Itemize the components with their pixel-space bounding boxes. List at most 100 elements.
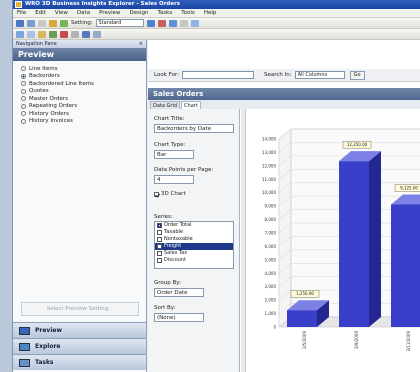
- y-tick-label: 14,000: [262, 137, 276, 142]
- panel-tabs: Data Grid Chart: [148, 100, 420, 109]
- paste-icon[interactable]: [38, 30, 46, 38]
- menu-edit[interactable]: Edit: [35, 10, 46, 16]
- series-label: Freight: [164, 243, 182, 249]
- toolbar-standard: Setting: Standard: [13, 18, 420, 29]
- chart-area: 0 1,000 2,000 3,000 4,000 5,000 6,000 7,000 8,00…: [247, 115, 420, 372]
- series-item[interactable]: Freight: [155, 243, 233, 250]
- sort-by-select[interactable]: (None): [154, 313, 204, 322]
- data-points-input[interactable]: 4: [154, 175, 194, 184]
- back-icon[interactable]: [16, 19, 24, 27]
- series-item[interactable]: Nontaxable: [155, 236, 233, 243]
- 3d-chart-checkbox[interactable]: 3D Chart: [154, 191, 186, 197]
- chart-type-select[interactable]: Bar: [154, 150, 194, 159]
- data-points-label: Data Points per Page:: [154, 167, 214, 173]
- radio-button[interactable]: [21, 96, 26, 102]
- menu-view[interactable]: View: [55, 10, 68, 16]
- preview-header: Preview: [13, 48, 146, 61]
- radio-button[interactable]: [21, 118, 26, 124]
- navigation-pane: Navigation Pane × Preview Line Items Back…: [13, 40, 147, 372]
- checkbox-box: [154, 191, 159, 197]
- x-tick-label: 3/5/2009: [302, 331, 307, 349]
- tab-data-grid[interactable]: Data Grid: [150, 101, 181, 109]
- forward-icon[interactable]: [27, 19, 35, 27]
- series-checkbox[interactable]: [157, 230, 162, 235]
- group-by-select[interactable]: Order Date: [154, 288, 204, 297]
- preview-option[interactable]: Repeating Orders: [21, 103, 146, 111]
- delete-icon[interactable]: [60, 30, 68, 38]
- preview-option-label: Quotes: [29, 88, 49, 95]
- cut-icon[interactable]: [16, 30, 24, 38]
- navigation-pane-header: Navigation Pane ×: [13, 40, 146, 48]
- y-tick-label: 7,000: [265, 231, 277, 236]
- export-icon[interactable]: [190, 19, 199, 27]
- preview-option[interactable]: Quotes: [21, 88, 146, 96]
- y-tick-label: 2,000: [265, 298, 277, 303]
- copy-icon[interactable]: [27, 30, 35, 38]
- preview-option[interactable]: History Orders: [21, 110, 146, 118]
- find-icon[interactable]: [71, 30, 79, 38]
- series-item[interactable]: Order Total: [155, 222, 233, 229]
- tab-chart[interactable]: Chart: [181, 101, 201, 109]
- series-checkbox[interactable]: [157, 223, 162, 228]
- series-item[interactable]: Taxable: [155, 229, 233, 236]
- app-window: WRO 3D Business Insights Explorer - Sale…: [12, 0, 420, 372]
- settings-scrollbar[interactable]: [241, 109, 246, 372]
- menu-help[interactable]: Help: [204, 10, 217, 16]
- panel-title: Sales Orders: [148, 88, 420, 100]
- select-preview-setting-button[interactable]: Select Preview Setting...: [21, 302, 139, 316]
- refresh-icon[interactable]: [60, 19, 68, 27]
- navigation-pane-label: Navigation Pane: [16, 41, 57, 47]
- radio-button[interactable]: [21, 66, 26, 72]
- menu-preview[interactable]: Preview: [99, 10, 120, 16]
- new-icon[interactable]: [38, 19, 46, 27]
- radio-button[interactable]: [21, 73, 26, 79]
- open-icon[interactable]: [49, 19, 57, 27]
- preview-option-label: Backordered Line Items: [29, 80, 94, 87]
- sort-by-label: Sort By:: [154, 305, 176, 311]
- chart-title-input[interactable]: Backorders by Date: [154, 124, 234, 133]
- menu-tasks[interactable]: Tasks: [158, 10, 173, 16]
- tasks-icon: [19, 359, 30, 367]
- search-in-select[interactable]: All Columns: [294, 71, 345, 79]
- series-checkbox[interactable]: [157, 251, 162, 256]
- chart-icon[interactable]: [168, 19, 177, 27]
- grid-icon[interactable]: [146, 19, 155, 27]
- radio-button[interactable]: [21, 88, 26, 94]
- look-for-input[interactable]: [181, 71, 254, 79]
- filter-icon[interactable]: [157, 19, 166, 27]
- tasks-bar-button[interactable]: Tasks: [13, 354, 146, 370]
- radio-button[interactable]: [21, 81, 26, 87]
- go-button[interactable]: Go: [349, 70, 365, 80]
- preview-option[interactable]: Backordered Line Items: [21, 80, 146, 88]
- close-icon[interactable]: ×: [139, 40, 143, 48]
- search-in-label: Search In:: [263, 72, 292, 78]
- preview-option[interactable]: History Invoices: [21, 118, 146, 126]
- series-checkbox[interactable]: [157, 237, 162, 242]
- setting-combo[interactable]: Standard: [95, 19, 144, 27]
- radio-button[interactable]: [21, 111, 26, 117]
- help-icon[interactable]: [93, 30, 101, 38]
- preview-option[interactable]: Backorders: [21, 73, 146, 81]
- sort-icon[interactable]: [179, 19, 188, 27]
- preview-option[interactable]: Line Items: [21, 65, 146, 73]
- explore-bar-button[interactable]: Explore: [13, 338, 146, 354]
- menu-tools[interactable]: Tools: [181, 10, 195, 16]
- chart-type-label: Chart Type:: [154, 142, 186, 148]
- y-tick-label: 11,000: [262, 177, 276, 182]
- explore-icon: [19, 343, 30, 351]
- menu-file[interactable]: File: [17, 10, 26, 16]
- series-item[interactable]: Discount: [155, 257, 233, 264]
- menu-data[interactable]: Data: [77, 10, 90, 16]
- menu-bar: File Edit View Data Preview Design Tasks…: [13, 9, 420, 18]
- bar: [339, 161, 369, 327]
- preview-option[interactable]: Master Orders: [21, 95, 146, 103]
- series-checkbox[interactable]: [157, 244, 162, 249]
- print-icon[interactable]: [82, 30, 90, 38]
- series-item[interactable]: Sales Tax: [155, 250, 233, 257]
- menu-design[interactable]: Design: [130, 10, 149, 16]
- preview-bar-button[interactable]: Preview: [13, 322, 146, 338]
- series-label: Order Total: [164, 222, 192, 228]
- series-checkbox[interactable]: [157, 258, 162, 263]
- check-icon[interactable]: [49, 30, 57, 38]
- radio-button[interactable]: [21, 103, 26, 109]
